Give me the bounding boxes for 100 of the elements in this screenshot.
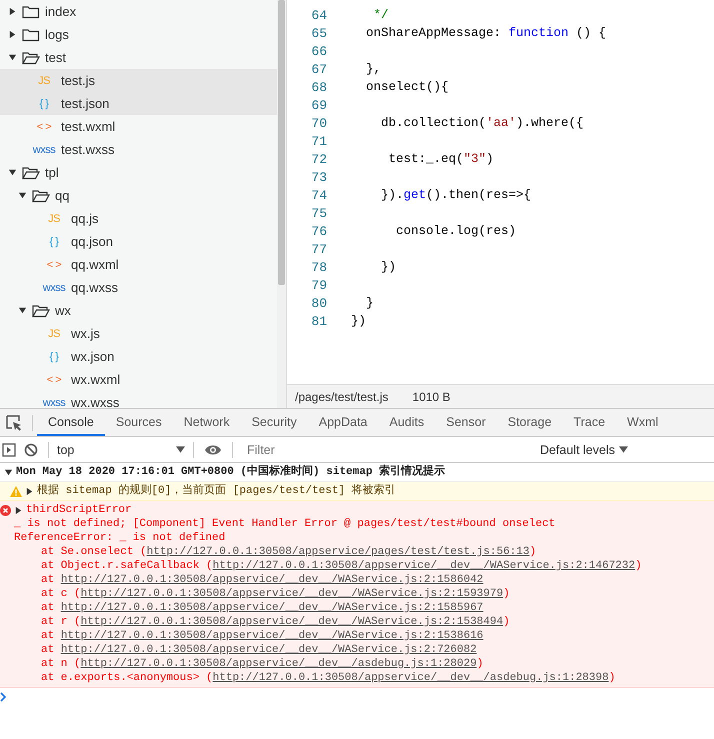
source-link[interactable]: http://127.0.0.1:30508/appservice/__dev__/WAService.js:2:1593979	[80, 588, 504, 600]
devtools-tab[interactable]: Sensor	[435, 409, 497, 436]
expanded-caret-icon[interactable]	[8, 53, 17, 62]
file-item[interactable]: wxss qq.wxss	[0, 276, 277, 299]
message-text: 根据 sitemap 的规则[0]，当前页面 [pages/test/test] 将被索引	[37, 484, 396, 498]
message-text: thirdScriptError	[26, 503, 132, 517]
log-levels-dropdown[interactable]: Default levels	[534, 442, 634, 458]
file-item[interactable]: wxss wx.wxss	[0, 391, 277, 408]
line-number: 66	[310, 44, 327, 58]
open-folder-icon	[32, 188, 50, 202]
file-item[interactable]: { } test.json	[0, 92, 277, 115]
context-select[interactable]: top	[53, 442, 189, 456]
file-item[interactable]: JS qq.js	[0, 207, 277, 230]
code-line: console.log(res)	[395, 224, 516, 238]
folder-icon	[22, 28, 40, 42]
file-type-icon: { }	[42, 236, 66, 248]
devtools-tab[interactable]: Trace	[562, 409, 616, 436]
file-type-icon: < >	[42, 258, 66, 270]
file-item[interactable]: < > test.wxml	[0, 115, 277, 138]
folder-icon	[22, 4, 40, 18]
open-folder-icon	[22, 166, 40, 180]
file-item[interactable]: { } wx.json	[0, 345, 277, 368]
line-number: 74	[310, 188, 327, 202]
expanded-caret-icon[interactable]	[18, 191, 27, 200]
source-link[interactable]: http://127.0.0.1:30508/appservice/__dev__/WAService.js:2:726082	[60, 644, 477, 656]
file-size: 1010 B	[412, 390, 450, 404]
open-folder-icon	[22, 50, 40, 64]
open-folder-icon	[32, 304, 50, 318]
file-type-icon: JS	[32, 74, 56, 86]
code-line: }).get().then(res=>{	[380, 188, 532, 202]
folder-item[interactable]: wx	[0, 299, 277, 322]
source-link[interactable]: http://127.0.0.1:30508/appservice/__dev__/asdebug.js:1:28029	[80, 658, 477, 670]
file-type-icon: JS	[42, 328, 66, 340]
file-item[interactable]: wxss test.wxss	[0, 138, 277, 161]
file-type-icon: wxss	[42, 396, 66, 408]
line-number: 64	[310, 8, 327, 22]
folder-item[interactable]: qq	[0, 184, 277, 207]
folder-item[interactable]: index	[0, 0, 277, 23]
devtools-tab[interactable]: AppData	[308, 409, 378, 436]
line-number: 75	[310, 206, 327, 220]
stack-trace-line: at r (http://127.0.0.1:30508/appservice/__dev__/WAService.js:2:1538494)	[40, 615, 511, 629]
stack-trace-line: at http://127.0.0.1:30508/appservice/__dev__/WAService.js:2:1586042	[40, 573, 484, 587]
stack-trace-line: at Object.r.safeCallback (http://127.0.0.1:30508/appservice/__dev__/WAService.js:2:1467232)	[40, 559, 643, 573]
code-line: },	[365, 62, 382, 76]
line-number: 68	[310, 80, 327, 94]
error-text: _ is not defined; [Component] Event Handler Error @ pages/test/test#bound onselect	[13, 517, 556, 531]
devtools-tab[interactable]: Security	[240, 409, 308, 436]
devtools-tab[interactable]: Sources	[104, 409, 173, 436]
source-link[interactable]: http://127.0.0.1:30508/appservice/__dev__/WAService.js:2:1586042	[60, 574, 484, 586]
line-number: 69	[310, 98, 327, 112]
line-number: 78	[310, 260, 327, 274]
devtools-tab[interactable]: Wxml	[616, 409, 670, 436]
code-line: db.collection('aa').where({	[380, 116, 584, 130]
devtools-tab[interactable]: Audits	[378, 409, 436, 436]
code-line: })	[351, 314, 366, 328]
stack-trace-line: at http://127.0.0.1:30508/appservice/__dev__/WAService.js:2:1585967	[40, 601, 484, 615]
file-item[interactable]: < > wx.wxml	[0, 368, 277, 391]
source-link[interactable]: http://127.0.0.1:30508/appservice/__dev__/WAService.js:2:1538494	[80, 616, 504, 628]
expanded-caret-icon[interactable]	[18, 306, 27, 315]
code-line: test:_.eq("3")	[388, 152, 494, 166]
file-type-icon: wxss	[32, 144, 56, 156]
file-type-icon: < >	[32, 120, 56, 132]
collapsed-caret-icon[interactable]	[25, 486, 34, 496]
file-item[interactable]: JS test.js	[0, 69, 277, 92]
line-number: 71	[310, 134, 327, 148]
error-icon	[0, 504, 11, 516]
code-line: onselect(){	[365, 80, 449, 94]
warning-icon	[10, 486, 22, 496]
file-path: /pages/test/test.js	[295, 390, 388, 404]
folder-item[interactable]: logs	[0, 23, 277, 46]
file-type-icon: { }	[32, 98, 56, 110]
devtools-tab[interactable]: Network	[172, 409, 241, 436]
collapsed-caret-icon[interactable]	[8, 30, 17, 39]
file-item[interactable]: { } qq.json	[0, 230, 277, 253]
source-link[interactable]: http://127.0.0.1:30508/appservice/__dev__/WAService.js:2:1538616	[60, 630, 484, 642]
line-number: 65	[310, 26, 327, 40]
code-line: }	[365, 296, 374, 310]
dropdown-caret-icon	[176, 446, 185, 454]
line-number: 81	[310, 314, 327, 328]
expanded-caret-icon[interactable]	[4, 468, 13, 476]
expanded-caret-icon[interactable]	[8, 168, 17, 177]
source-link[interactable]: http://127.0.0.1:30508/appservice/__dev__/WAService.js:2:1467232	[212, 560, 636, 572]
file-type-icon: wxss	[42, 282, 66, 294]
source-link[interactable]: http://127.0.0.1:30508/appservice/pages/test/test.js:56:13	[146, 546, 530, 558]
message-text: Mon May 18 2020 17:16:01 GMT+0800 (中国标准时间) sitemap 索引情况提示	[16, 465, 446, 479]
devtools-tab[interactable]: Storage	[496, 409, 563, 436]
folder-item[interactable]: tpl	[0, 161, 277, 184]
source-link[interactable]: http://127.0.0.1:30508/appservice/__dev__/asdebug.js:1:28398	[212, 672, 609, 684]
collapsed-caret-icon[interactable]	[14, 506, 23, 514]
code-line: */	[372, 8, 389, 22]
scrollbar[interactable]	[277, 0, 287, 408]
dropdown-caret-icon	[619, 446, 628, 454]
folder-item[interactable]: test	[0, 46, 277, 69]
error-text: ReferenceError: _ is not defined	[13, 531, 226, 545]
sidebar-toggle-icon[interactable]	[0, 442, 18, 456]
file-item[interactable]: < > qq.wxml	[0, 253, 277, 276]
file-item[interactable]: JS wx.js	[0, 322, 277, 345]
source-link[interactable]: http://127.0.0.1:30508/appservice/__dev__/WAService.js:2:1585967	[60, 602, 484, 614]
line-number: 79	[310, 278, 327, 292]
collapsed-caret-icon[interactable]	[8, 7, 17, 16]
